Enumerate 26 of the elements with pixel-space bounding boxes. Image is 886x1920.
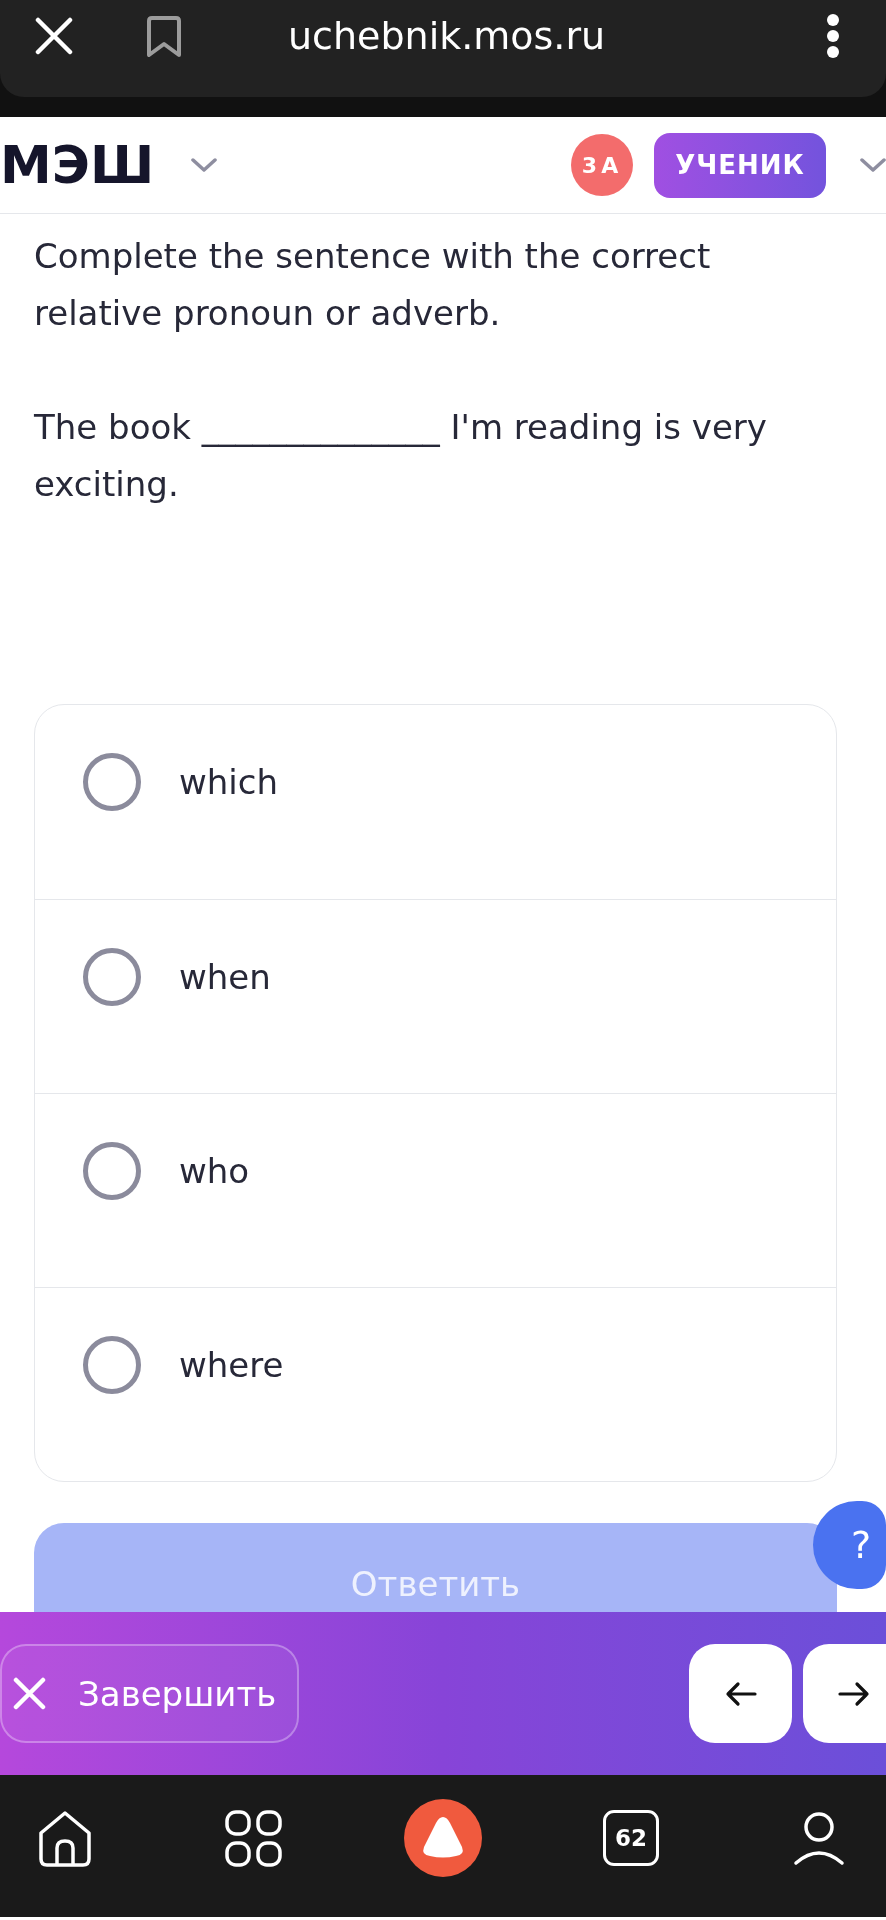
back-button[interactable] [689,1644,792,1743]
class-badge: 3А [571,134,633,196]
role-button[interactable]: УЧЕНИК [654,132,826,198]
arrow-left-icon [724,1680,757,1707]
answer-option[interactable]: where [35,1287,836,1481]
chevron-down-icon[interactable] [860,157,886,173]
menu-icon[interactable] [827,14,839,58]
help-button[interactable]: ? [813,1501,886,1589]
close-icon[interactable] [35,17,73,55]
close-icon [13,1677,46,1710]
forward-button[interactable] [803,1644,886,1743]
home-icon[interactable] [37,1808,93,1868]
person-icon[interactable] [793,1809,845,1867]
finish-button[interactable]: Завершить [0,1644,299,1743]
answer-option[interactable]: when [35,899,836,1093]
tabs-counter-button[interactable]: 62 [603,1810,659,1866]
site-logo[interactable]: МЭШ [0,135,155,195]
chevron-down-icon[interactable] [191,157,218,173]
bookmark-icon[interactable] [146,14,182,58]
answer-option[interactable]: who [35,1093,836,1287]
question-instruction: Complete the sentence with the correct relative pronoun or adverb. [34,235,712,335]
answer-option[interactable]: which [35,705,836,899]
address-bar[interactable]: uchebnik.mos.ru [288,14,606,58]
question-sentence: The book ______________ I'm reading is very exciting. [34,406,768,506]
grid-icon[interactable] [225,1809,282,1867]
arrow-right-icon [838,1680,870,1707]
